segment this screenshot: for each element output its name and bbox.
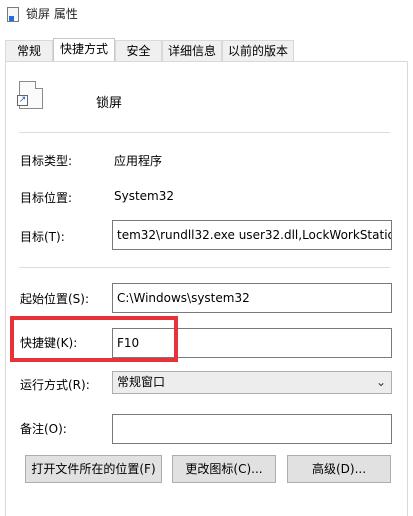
change-icon-button[interactable]: 更改图标(C)...: [172, 455, 276, 483]
annotation-highlight-box: [10, 316, 178, 362]
divider: [19, 267, 390, 268]
tab-strip: 常规 快捷方式 安全 详细信息 以前的版本: [0, 38, 413, 62]
tab-general[interactable]: 常规: [5, 40, 53, 61]
shortcut-file-icon: [7, 7, 19, 22]
title-bar: 锁屏 属性: [0, 0, 413, 30]
target-type-value: 应用程序: [114, 154, 163, 168]
tab-previous-versions[interactable]: 以前的版本: [222, 40, 294, 61]
comment-label: 备注(O):: [20, 422, 67, 436]
target-label: 目标(T):: [20, 230, 65, 244]
tab-shortcut[interactable]: 快捷方式: [53, 38, 115, 62]
advanced-button[interactable]: 高级(D)...: [287, 455, 391, 483]
divider: [19, 132, 390, 133]
run-select-value: 常规窗口: [117, 375, 166, 389]
start-in-label: 起始位置(S):: [20, 292, 90, 306]
run-label: 运行方式(R):: [20, 378, 90, 392]
tab-security[interactable]: 安全: [115, 40, 162, 61]
target-location-label: 目标位置:: [20, 191, 73, 205]
target-field[interactable]: tem32\rundll32.exe user32.dll,LockWorkSt…: [112, 220, 392, 250]
chevron-down-icon: ⌄: [375, 375, 386, 389]
open-file-location-button[interactable]: 打开文件所在的位置(F): [25, 455, 162, 483]
target-location-value: System32: [114, 189, 175, 203]
window-title: 锁屏 属性: [26, 7, 78, 21]
run-select[interactable]: 常规窗口 ⌄: [112, 371, 392, 394]
shortcut-name: 锁屏: [96, 96, 123, 111]
start-in-field[interactable]: C:\Windows\system32: [112, 283, 392, 313]
shortcut-arrow-icon: ↗: [17, 95, 28, 106]
tab-details[interactable]: 详细信息: [162, 40, 222, 61]
comment-field[interactable]: [112, 414, 392, 444]
target-type-label: 目标类型:: [20, 154, 73, 168]
